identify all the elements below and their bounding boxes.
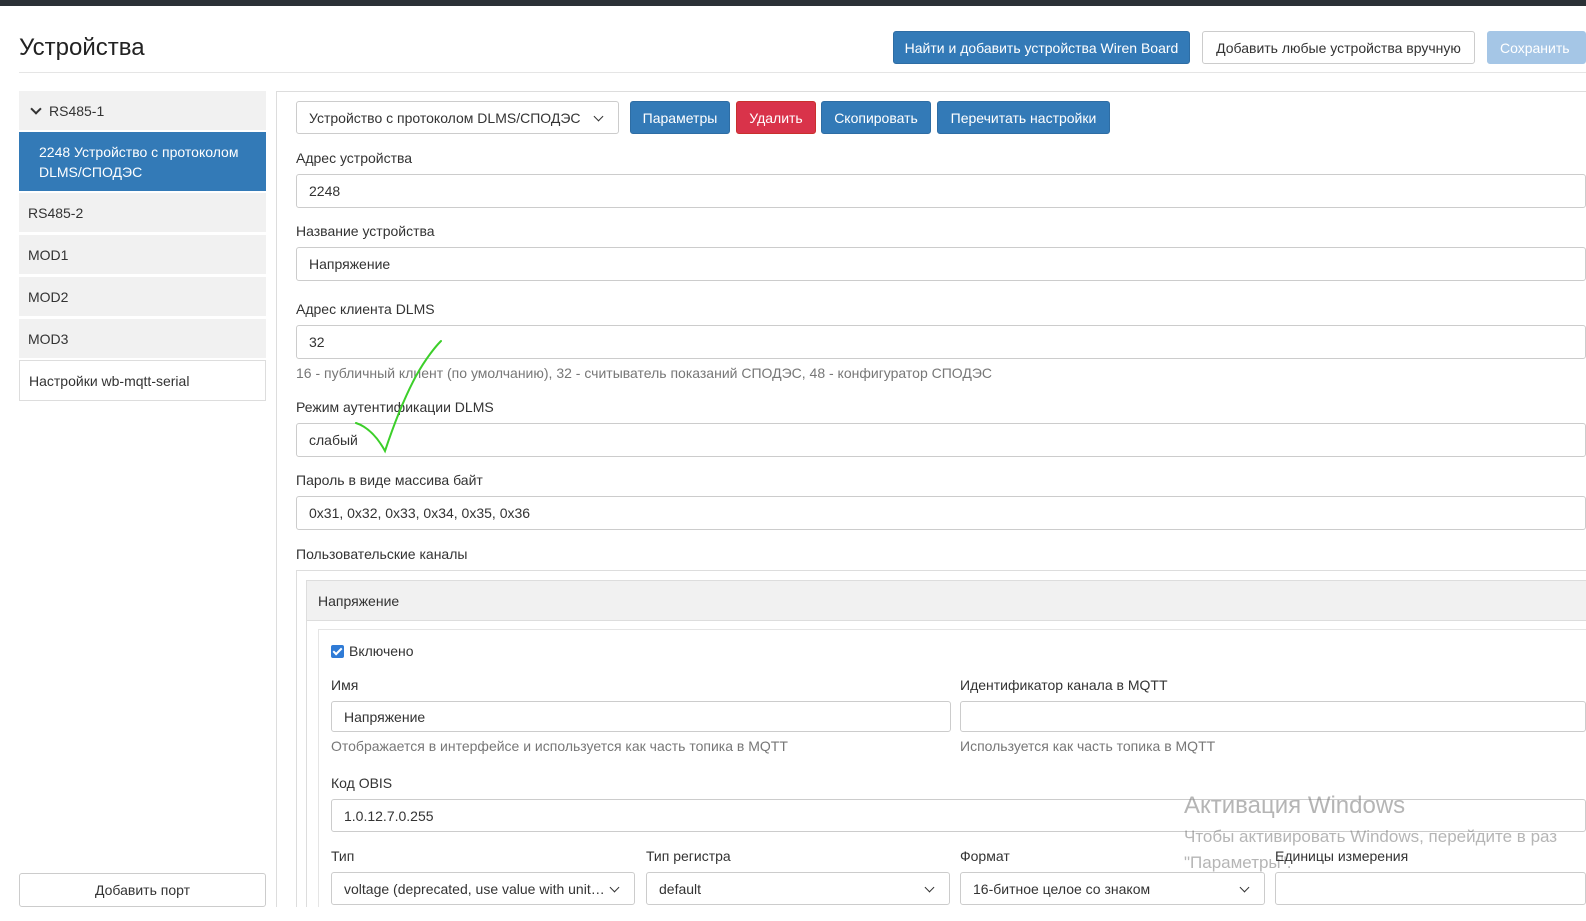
page-title: Устройства [19, 34, 145, 61]
password-label: Пароль в виде массива байт [296, 472, 483, 488]
format-label: Формат [960, 848, 1010, 864]
sidebar-item-mod3[interactable]: MOD3 [19, 319, 266, 358]
chevron-down-icon [924, 882, 935, 893]
sidebar-item-rs485-2[interactable]: RS485-2 [19, 193, 266, 232]
device-type-select[interactable]: Устройство с протоколом DLMS/СПОДЭС [296, 101, 619, 134]
device-name-label: Название устройства [296, 223, 435, 239]
mqtt-id-label: Идентификатор канала в MQTT [960, 677, 1168, 693]
reread-settings-button[interactable]: Перечитать настройки [937, 101, 1110, 134]
dlms-client-help: 16 - публичный клиент (по умолчанию), 32… [296, 365, 993, 381]
chevron-down-icon [1239, 882, 1250, 893]
channel-header[interactable]: Напряжение [307, 581, 1586, 621]
add-port-button[interactable]: Добавить порт [19, 873, 266, 907]
chevron-down-icon [609, 882, 620, 893]
sidebar-item-label: MOD3 [28, 330, 69, 347]
sidebar-item-label: MOD2 [28, 288, 69, 305]
chevron-down-icon [30, 102, 42, 115]
auth-mode-select[interactable]: слабый [296, 423, 1586, 457]
format-select[interactable]: 16-битное целое со знаком [960, 872, 1265, 905]
device-type-value: Устройство с протоколом DLMS/СПОДЭС [309, 109, 581, 126]
custom-channels-label: Пользовательские каналы [296, 546, 468, 562]
sidebar-item-mod2[interactable]: MOD2 [19, 277, 266, 316]
register-type-value: default [659, 880, 702, 897]
register-type-label: Тип регистра [646, 848, 731, 864]
dlms-client-label: Адрес клиента DLMS [296, 301, 435, 317]
device-address-input[interactable]: 2248 [296, 174, 1586, 208]
enabled-checkbox[interactable] [331, 645, 344, 658]
device-name-input[interactable]: Напряжение [296, 247, 1586, 281]
chevron-down-icon [593, 111, 604, 122]
enabled-label: Включено [349, 643, 414, 659]
sidebar-item-rs485-1[interactable]: RS485-1 [19, 91, 266, 130]
sidebar-item-label: RS485-1 [49, 102, 105, 119]
sidebar-item-label: Настройки wb-mqtt-serial [29, 372, 190, 389]
add-manual-device-button[interactable]: Добавить любые устройства вручную [1202, 31, 1475, 64]
type-select-value: voltage (deprecated, use value with unit… [344, 880, 605, 897]
delete-button[interactable]: Удалить [736, 101, 816, 134]
find-add-devices-button[interactable]: Найти и добавить устройства Wiren Board [893, 31, 1190, 64]
mqtt-id-help: Используется как часть топика в MQTT [960, 738, 1216, 754]
auth-mode-label: Режим аутентификации DLMS [296, 399, 494, 415]
copy-button[interactable]: Скопировать [821, 101, 931, 134]
dlms-client-input[interactable]: 32 [296, 325, 1586, 359]
sidebar-item-serial-settings[interactable]: Настройки wb-mqtt-serial [19, 360, 266, 401]
sidebar-item-label: MOD1 [28, 246, 69, 263]
type-label: Тип [331, 848, 355, 864]
mqtt-id-input[interactable] [960, 701, 1586, 732]
sidebar-item-mod1[interactable]: MOD1 [19, 235, 266, 274]
channel-name-help: Отображается в интерфейсе и используется… [331, 738, 788, 754]
password-input[interactable]: 0x31, 0x32, 0x33, 0x34, 0x35, 0x36 [296, 496, 1586, 530]
units-input[interactable] [1275, 872, 1586, 905]
windows-activation-title: Активация Windows [1184, 792, 1406, 819]
obis-code-label: Код OBIS [331, 775, 393, 791]
type-select[interactable]: voltage (deprecated, use value with unit… [331, 872, 635, 905]
units-label: Единицы измерения [1275, 848, 1409, 864]
save-button[interactable]: Сохранить [1487, 31, 1586, 64]
header-divider [19, 72, 1586, 73]
channel-name-input[interactable]: Напряжение [331, 701, 951, 732]
sidebar-item-label: 2248 Устройство с протоколом DLMS/СПОДЭС [39, 143, 239, 180]
windows-activation-line1: Чтобы активировать Windows, перейдите в … [1184, 827, 1558, 846]
register-type-select[interactable]: default [646, 872, 950, 905]
sidebar-item-device-2248[interactable]: 2248 Устройство с протоколом DLMS/СПОДЭС [19, 132, 266, 191]
format-select-value: 16-битное целое со знаком [973, 880, 1151, 897]
top-bar [0, 0, 1586, 6]
sidebar-item-label: RS485-2 [28, 204, 84, 221]
device-address-label: Адрес устройства [296, 150, 413, 166]
channel-name-label: Имя [331, 677, 359, 693]
params-button[interactable]: Параметры [630, 101, 730, 134]
